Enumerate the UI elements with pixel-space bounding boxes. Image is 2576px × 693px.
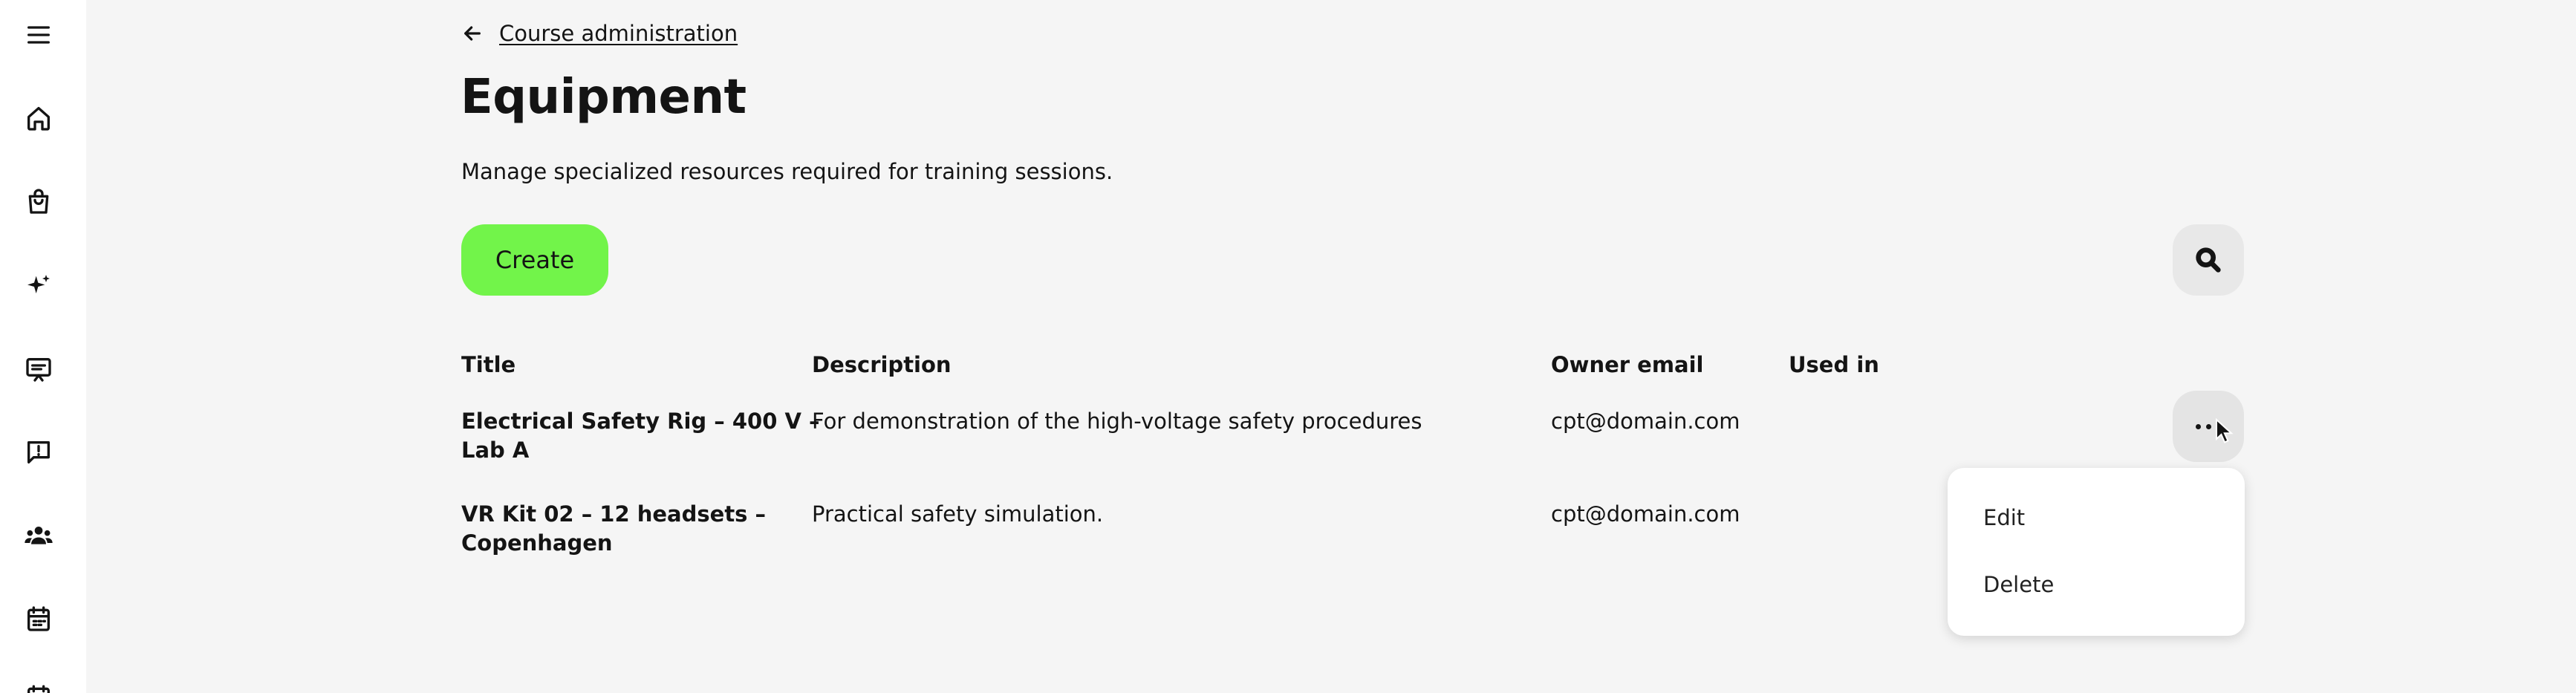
row-description: For demonstration of the high-voltage sa… <box>812 409 1422 434</box>
row-owner-email: cpt@domain.com <box>1551 501 1740 527</box>
column-header-used-in: Used in <box>1789 352 1879 377</box>
page-description: Manage specialized resources required fo… <box>461 159 1113 184</box>
column-header-description: Description <box>812 352 952 377</box>
row-title: Electrical Safety Rig – 400 V – Lab A <box>461 407 820 465</box>
page-title: Equipment <box>461 70 747 125</box>
sparkles-icon[interactable] <box>22 269 56 303</box>
users-icon[interactable] <box>22 518 56 553</box>
column-header-title: Title <box>461 352 516 377</box>
search-button[interactable] <box>2173 224 2244 296</box>
back-link[interactable]: Course administration <box>461 21 738 46</box>
row-description: Practical safety simulation. <box>812 501 1104 527</box>
row-title-line: VR Kit 02 – 12 headsets – <box>461 501 767 527</box>
arrow-left-icon <box>464 26 481 41</box>
column-header-owner-email: Owner email <box>1551 352 1704 377</box>
row-owner-email: cpt@domain.com <box>1551 409 1740 434</box>
search-icon <box>2196 247 2221 273</box>
row-context-menu: Edit Delete <box>1948 468 2245 636</box>
calendar-icon[interactable] <box>22 680 56 693</box>
message-alert-icon[interactable] <box>22 435 56 469</box>
row-title-line: Electrical Safety Rig – 400 V – <box>461 409 820 434</box>
row-title-line: Copenhagen <box>461 530 613 556</box>
menu-item-delete[interactable]: Delete <box>1983 572 2054 597</box>
presentation-icon[interactable] <box>22 352 56 386</box>
create-button[interactable]: Create <box>461 224 608 296</box>
row-title-line: Lab A <box>461 437 530 463</box>
back-link-label: Course administration <box>499 21 738 46</box>
menu-icon[interactable] <box>22 18 56 52</box>
menu-item-edit[interactable]: Edit <box>1983 505 2025 530</box>
calendar-icon[interactable] <box>22 602 56 636</box>
sidebar <box>0 0 86 693</box>
row-title: VR Kit 02 – 12 headsets – Copenhagen <box>461 500 766 558</box>
home-icon[interactable] <box>22 101 56 135</box>
mouse-cursor-icon <box>2216 418 2234 443</box>
shopping-bag-icon[interactable] <box>22 184 56 218</box>
